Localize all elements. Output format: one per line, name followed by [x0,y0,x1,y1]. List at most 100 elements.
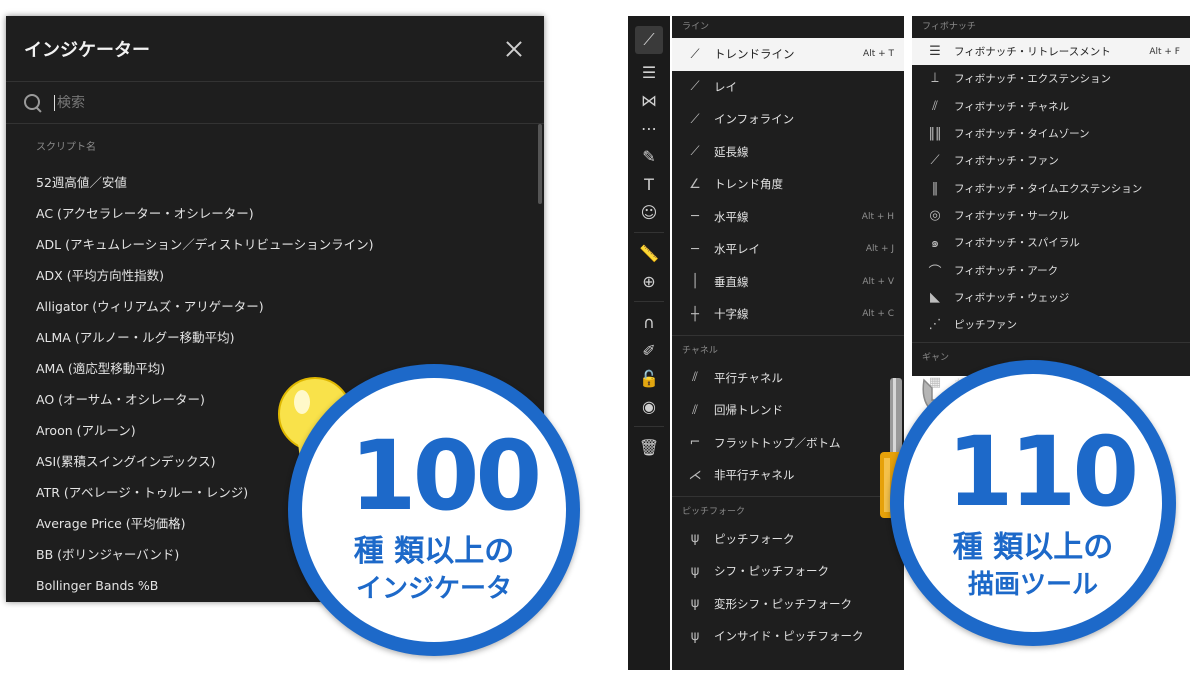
menu-item-fib[interactable]: ⟘ フィボナッチ・エクステンション [912,65,1190,92]
fib-tool-icon: ⌒ [928,264,942,280]
menu-item-label: フィボナッチ・リトレースメント [954,46,1111,59]
fib-tool-icon[interactable]: ☰ [635,58,663,86]
menu-item-label: フィボナッチ・チャネル [954,100,1070,113]
fib-tool-icon: ◎ [929,207,941,223]
menu-item-shortcut: Alt + V [862,276,894,287]
menu-item-label: 水平レイ [714,242,760,257]
menu-item-inside-pitchfork[interactable]: ψ インサイド・ピッチフォーク [672,620,904,653]
horizontal-line-icon: ─ [691,209,699,225]
fib-tools-menu: フィボナッチ ☰ フィボナッチ・リトレースメント Alt + F ⟘ フィボナッチ・エク… [912,16,1190,390]
fib-tool-icon: ◣ [930,289,940,305]
fib-tool-icon: ⋰ [928,317,942,333]
menu-item-parallel-channel[interactable]: ⫽ 平行チャネル [672,362,904,395]
search-icon [24,93,42,112]
tool-count-number: 110 [946,416,1139,528]
menu-item-fib[interactable]: ‖ フィボナッチ・タイムエクステンション [912,174,1190,201]
menu-item-fib[interactable]: ⌒ フィボナッチ・アーク [912,256,1190,283]
ruler-icon[interactable]: 📏 [635,239,663,267]
indicator-list-item[interactable]: ADL (アキュムレーション／ディストリビューションライン) [36,229,544,260]
toolbar-divider [634,301,664,302]
fib-tool-icon: ๑ [930,236,940,252]
menu-item-cross-line[interactable]: ┼ 十字線 Alt + C [672,298,904,331]
close-icon[interactable] [502,37,526,61]
menu-item-modified-schiff-pitchfork[interactable]: ψ 変形シフ・ピッチフォーク [672,588,904,621]
menu-item-label: 垂直線 [714,274,749,289]
indicator-count-number: 100 [349,420,542,532]
menu-item-ray[interactable]: ⟋ レイ [672,71,904,104]
menu-item-disjoint-channel[interactable]: ⋌ 非平行チャネル [672,459,904,492]
lock-icon[interactable]: 🔓 [635,364,663,392]
indicator-list-item[interactable]: ADX (平均方向性指数) [36,260,544,291]
trash-icon[interactable]: 🗑 [635,433,663,461]
stage: インジケーター スクリプト名 52週高値／安値AC (アクセラレーター・オシレー… [0,0,1200,686]
menu-item-fib[interactable]: ⫽ フィボナッチ・チャネル [912,93,1190,120]
fib-tool-icon: ⟋ [930,153,940,169]
menu-item-label: フィボナッチ・スパイラル [954,237,1080,250]
brush-icon[interactable]: ✎ [635,142,663,170]
menu-item-horizontal-ray[interactable]: ─ 水平レイ Alt + J [672,233,904,266]
parallel-channel-icon: ⫽ [692,370,698,386]
menu-item-horizontal-line[interactable]: ─ 水平線 Alt + H [672,201,904,234]
indicator-list-item[interactable]: AC (アクセラレーター・オシレーター) [36,198,544,229]
tool-count-caption-1: 種 類以上の [952,530,1114,565]
prediction-tool-icon[interactable]: ⋯ [635,114,663,142]
menu-item-regression-trend[interactable]: ⫽ 回帰トレンド [672,394,904,427]
menu-item-fib[interactable]: ‖‖ フィボナッチ・タイムゾーン [912,120,1190,147]
magnet-icon[interactable]: ∩ [635,308,663,336]
horizontal-ray-icon: ─ [691,241,699,257]
menu-item-trend-angle[interactable]: ∠ トレンド角度 [672,168,904,201]
trendline-tool-icon[interactable]: ⟋ [635,26,663,54]
lock-pencil-icon[interactable]: ✐ [635,336,663,364]
menu-item-label: フィボナッチ・ファン [954,155,1059,168]
eye-icon[interactable]: ◉ [635,392,663,420]
cross-line-icon: ┼ [691,306,699,322]
indicator-list-item[interactable]: ALMA (アルノー・ルグー移動平均) [36,322,544,353]
menu-item-fib[interactable]: ◣ フィボナッチ・ウェッジ [912,284,1190,311]
emoji-icon[interactable]: ☺ [635,198,663,226]
fib-tool-icon: ‖ [931,180,939,196]
menu-item-label: 水平線 [714,209,749,224]
menu-item-flat-top-bottom[interactable]: ⌐ フラットトップ／ボトム [672,427,904,460]
ray-icon: ⟋ [690,79,700,95]
fib-tool-icon: ⟘ [931,71,939,87]
menu-item-label: 非平行チャネル [714,468,795,483]
menu-item-label: 平行チャネル [714,370,783,385]
indicator-dialog-header: インジケーター [6,16,544,82]
menu-item-label: レイ [714,79,737,94]
info-line-icon: ⟋ [690,111,700,127]
menu-item-label: フィボナッチ・ウェッジ [954,291,1070,304]
menu-item-vertical-line[interactable]: │ 垂直線 Alt + V [672,266,904,299]
text-icon[interactable]: T [635,170,663,198]
menu-item-fib[interactable]: ⟋ フィボナッチ・ファン [912,147,1190,174]
line-tools-menu: ライン ⟋ トレンドライン Alt + T ⟋ レイ ⟋ インフォライン ⟋ 延長線 ∠ トレンド角度… [672,16,904,670]
menu-item-fib[interactable]: ◎ フィボナッチ・サークル [912,202,1190,229]
fib-tool-icon: ⫽ [932,98,938,114]
menu-item-label: フィボナッチ・エクステンション [954,73,1111,86]
menu-item-label: 延長線 [714,144,749,159]
menu-item-label: ピッチフォーク [714,531,795,546]
badge-inner-circle: 100 種 類以上の インジケータ [302,378,566,642]
menu-item-info-line[interactable]: ⟋ インフォライン [672,103,904,136]
menu-item-fib[interactable]: ⋰ ピッチファン [912,311,1190,338]
indicator-search-bar [6,82,544,124]
menu-item-shortcut: Alt + H [861,211,894,222]
indicator-search-input[interactable] [54,94,474,111]
menu-item-trendline[interactable]: ⟋ トレンドライン Alt + T [672,38,904,71]
menu-item-label: フィボナッチ・タイムゾーン [954,128,1090,141]
inside-pitchfork-icon: ψ [690,628,700,644]
tool-count-badge: 110 種 類以上の 描画ツール [890,360,1176,646]
menu-item-label: 変形シフ・ピッチフォーク [714,596,852,611]
menu-item-fib[interactable]: ๑ フィボナッチ・スパイラル [912,229,1190,256]
indicator-list-scrollbar[interactable] [538,124,542,204]
indicator-count-badge: 100 種 類以上の インジケータ [288,364,580,656]
menu-item-pitchfork[interactable]: ψ ピッチフォーク [672,523,904,556]
menu-item-schiff-pitchfork[interactable]: ψ シフ・ピッチフォーク [672,555,904,588]
menu-item-extended-line[interactable]: ⟋ 延長線 [672,136,904,169]
indicator-list-item[interactable]: Alligator (ウィリアムズ・アリゲーター) [36,291,544,322]
pattern-tool-icon[interactable]: ⋈ [635,86,663,114]
indicator-list-item[interactable]: 52週高値／安値 [36,167,544,198]
indicator-dialog-title: インジケーター [24,39,150,61]
menu-item-fib[interactable]: ☰ フィボナッチ・リトレースメント Alt + F [912,38,1190,66]
menu-item-label: フィボナッチ・サークル [954,209,1069,222]
zoom-in-icon[interactable]: ⊕ [635,267,663,295]
